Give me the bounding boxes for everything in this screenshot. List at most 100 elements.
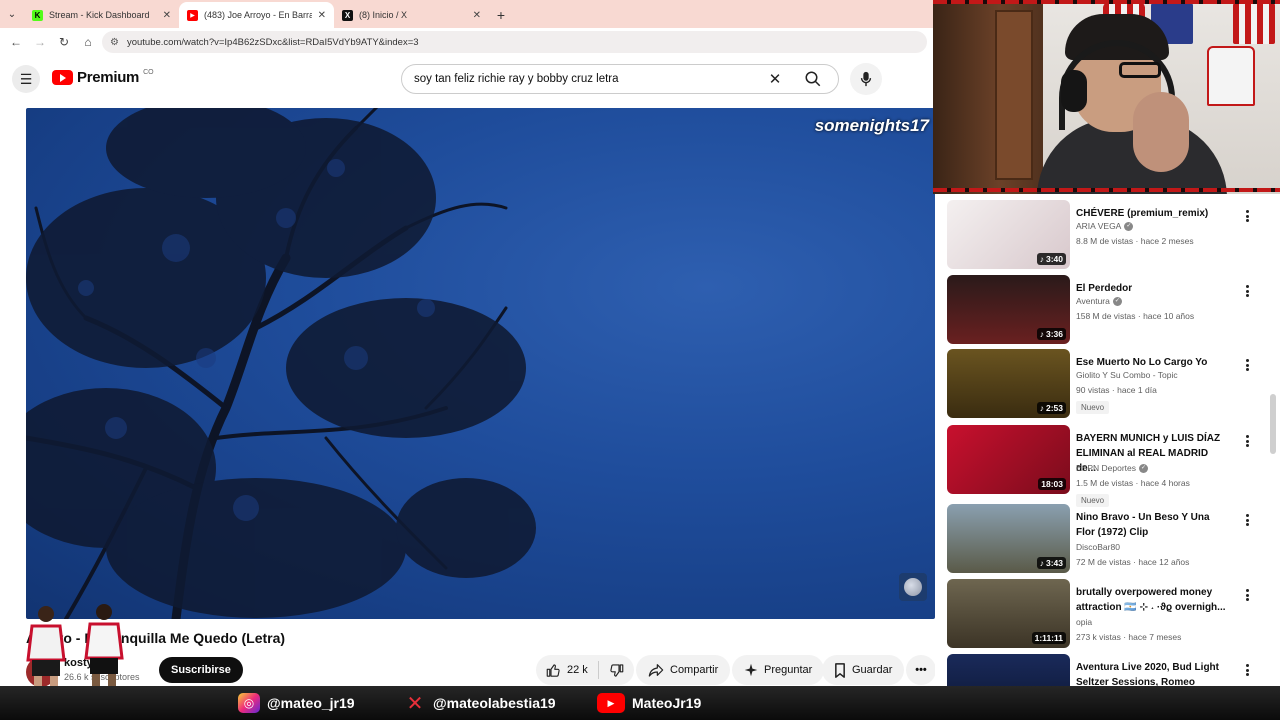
channel-text: ESPN Deportes xyxy=(1076,463,1136,473)
recommendation-title[interactable]: brutally overpowered money attraction 🇦🇷… xyxy=(1076,585,1228,615)
tab-close-icon[interactable]: ✕ xyxy=(473,10,481,21)
recommendation-item[interactable]: ♪ 3:43 Nino Bravo - Un Beso Y Una Flor (19… xyxy=(947,504,1267,574)
video-player[interactable]: somenights17 xyxy=(26,108,935,619)
logo-text: Premium xyxy=(77,69,140,86)
recommendation-title[interactable]: El Perdedor xyxy=(1076,281,1228,296)
recommendation-channel[interactable]: Giolito Y Su Combo - Topic xyxy=(1076,370,1178,380)
duration-text: 1:11:11 xyxy=(1034,633,1063,643)
video-thumbnail[interactable]: 18:03 xyxy=(947,425,1070,494)
webcam-frame-top xyxy=(933,0,1280,4)
browser-tab-kick[interactable]: K Stream - Kick Dashboard ✕ xyxy=(24,2,179,28)
youtube-text: MateoJr19 xyxy=(632,695,702,711)
wall-jersey xyxy=(1207,46,1255,106)
save-button[interactable]: Guardar xyxy=(822,655,905,685)
recommendation-title[interactable]: Ese Muerto No Lo Cargo Yo xyxy=(1076,355,1228,370)
more-vertical-icon[interactable] xyxy=(1240,357,1254,373)
youtube-favicon-icon: ▶ xyxy=(187,9,198,21)
screen: ⌄ K Stream - Kick Dashboard ✕ ▶ (483) Jo… xyxy=(0,0,1280,720)
more-vertical-icon[interactable] xyxy=(1240,283,1254,299)
recommendation-item[interactable]: 1:11:11 brutally overpowered money attrac… xyxy=(947,579,1267,649)
video-duration: 18:03 xyxy=(1038,478,1066,490)
save-label: Guardar xyxy=(852,664,893,676)
recommendation-title[interactable]: Nino Bravo - Un Beso Y Una Flor (1972) C… xyxy=(1076,510,1228,540)
recommendation-channel[interactable]: ESPN Deportes ✓ xyxy=(1076,463,1148,474)
browser-tab-x[interactable]: X (8) Inicio / X ✕ xyxy=(334,2,489,28)
home-icon[interactable]: ⌂ xyxy=(78,32,98,52)
more-vertical-icon[interactable] xyxy=(1240,587,1254,603)
recommendation-channel[interactable]: ARIA VEGA ✓ xyxy=(1076,221,1134,232)
recommendation-channel[interactable]: DiscoBar80 xyxy=(1076,542,1120,552)
recommendation-item[interactable]: ♪ 3:36 El Perdedor Aventura ✓ 158 M de vistas… xyxy=(947,275,1267,345)
video-thumbnail[interactable]: ♪ 2:53 xyxy=(947,349,1070,418)
recommendation-title[interactable]: CHÉVERE (premium_remix) xyxy=(1076,206,1228,221)
video-thumbnail[interactable]: ♪ 3:43 xyxy=(947,504,1070,573)
ask-button[interactable]: Preguntar xyxy=(732,655,825,685)
tree-silhouette xyxy=(26,108,536,619)
sparkle-icon xyxy=(744,663,758,677)
new-badge: Nuevo xyxy=(1076,401,1110,414)
streamer-webcam xyxy=(933,0,1280,194)
address-bar[interactable]: ⚙ youtube.com/watch?v=Ip4B62zSDxc&list=R… xyxy=(102,31,927,53)
video-thumbnail[interactable]: ♪ 3:36 xyxy=(947,275,1070,344)
bookmark-icon xyxy=(835,662,845,678)
recommendation-item[interactable]: ♪ 2:53 Ese Muerto No Lo Cargo Yo Giolito Y … xyxy=(947,349,1267,419)
x-logo-icon: ✕ xyxy=(406,692,424,715)
video-thumbnail[interactable] xyxy=(947,654,1070,686)
recommendation-item[interactable]: ♪ 3:40 CHÉVERE (premium_remix) ARIA VEGA ✓ 8.… xyxy=(947,200,1267,270)
duration-text: 2:53 xyxy=(1045,403,1063,413)
browser-tab-youtube[interactable]: ▶ (483) Joe Arroyo - En Barranquilla ✕ xyxy=(179,2,334,28)
search-button[interactable] xyxy=(788,65,838,93)
back-arrow-icon[interactable]: ← xyxy=(6,32,26,52)
recommendation-stats: 8.8 M de vistas · hace 2 meses xyxy=(1076,236,1194,246)
share-arrow-icon xyxy=(648,664,664,677)
recommendation-stats: 158 M de vistas · hace 10 años xyxy=(1076,311,1195,321)
tab-search-dropdown-icon[interactable]: ⌄ xyxy=(0,0,24,28)
kick-favicon-icon: K xyxy=(32,9,43,21)
recommendation-item[interactable]: 18:03 BAYERN MUNICH y LUIS DÍAZ ELIMINAN … xyxy=(947,425,1267,507)
music-note-icon: ♪ xyxy=(1039,254,1044,264)
more-vertical-icon[interactable] xyxy=(1240,433,1254,449)
video-thumbnail[interactable]: ♪ 3:40 xyxy=(947,200,1070,269)
youtube-play-logo-icon xyxy=(52,70,73,85)
recommendation-channel[interactable]: Aventura ✓ xyxy=(1076,296,1122,307)
recommendation-channel[interactable]: opia xyxy=(1076,617,1092,627)
verified-check-icon: ✓ xyxy=(1139,464,1148,474)
forward-arrow-icon[interactable]: → xyxy=(30,32,50,52)
dislike-button[interactable] xyxy=(599,655,634,685)
video-duration: ♪ 3:40 xyxy=(1036,253,1066,265)
channel-branding-moon-icon[interactable] xyxy=(899,573,927,601)
clear-search-icon[interactable]: ✕ xyxy=(762,70,788,88)
recommendation-title[interactable]: Aventura Live 2020, Bud Light Seltzer Se… xyxy=(1076,660,1228,686)
music-note-icon: ♪ xyxy=(1039,558,1044,568)
hamburger-menu-icon[interactable]: ☰ xyxy=(12,65,40,93)
search-box[interactable]: soy tan feliz richie ray y bobby cruz le… xyxy=(401,64,839,94)
tab-close-icon[interactable]: ✕ xyxy=(163,10,171,21)
youtube-premium-logo[interactable]: Premium CO xyxy=(52,69,154,86)
more-vertical-icon[interactable] xyxy=(1240,208,1254,224)
video-thumbnail[interactable]: 1:11:11 xyxy=(947,579,1070,648)
more-vertical-icon[interactable] xyxy=(1240,512,1254,528)
video-owner-row: kostyyy. 26.6 k suscriptores Suscribirse… xyxy=(26,655,936,687)
tab-close-icon[interactable]: ✕ xyxy=(318,10,326,21)
music-note-icon: ♪ xyxy=(1039,403,1044,413)
sidebar-scrollbar[interactable] xyxy=(1270,394,1276,454)
subscribe-button[interactable]: Suscribirse xyxy=(159,657,243,683)
site-info-icon[interactable]: ⚙ xyxy=(110,37,119,48)
share-button[interactable]: Compartir xyxy=(636,655,731,685)
like-button[interactable]: 22 k xyxy=(536,655,598,685)
duration-text: 3:40 xyxy=(1045,254,1063,264)
voice-search-button[interactable] xyxy=(850,63,882,95)
webcam-frame-bottom xyxy=(933,188,1280,192)
video-duration: ♪ 3:36 xyxy=(1036,328,1066,340)
youtube-logo-icon: ▶ xyxy=(597,693,625,713)
recommendation-item[interactable]: Aventura Live 2020, Bud Light Seltzer Se… xyxy=(947,654,1267,686)
reload-icon[interactable]: ↻ xyxy=(54,32,74,52)
recommendation-stats: 1.5 M de vistas · hace 4 horas xyxy=(1076,478,1190,488)
search-input[interactable]: soy tan feliz richie ray y bobby cruz le… xyxy=(414,73,762,85)
more-actions-button[interactable]: ••• xyxy=(906,655,936,685)
duration-text: 3:36 xyxy=(1045,329,1063,339)
more-vertical-icon[interactable] xyxy=(1240,662,1254,678)
webcam-door xyxy=(933,0,1053,194)
new-tab-button[interactable]: + xyxy=(489,2,513,28)
video-duration: 1:11:11 xyxy=(1031,632,1066,644)
